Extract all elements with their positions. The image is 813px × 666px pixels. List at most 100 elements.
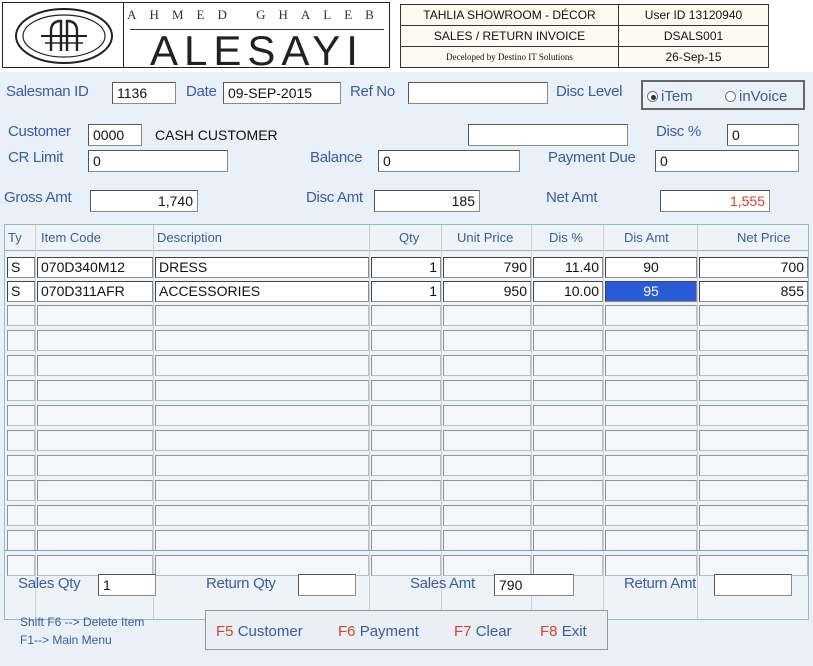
cr-limit-input[interactable]: 0 — [88, 150, 228, 172]
grid-cell-empty[interactable] — [605, 530, 697, 551]
sales-amt-input[interactable]: 790 — [494, 574, 574, 596]
grid-cell-empty[interactable] — [443, 430, 531, 451]
grid-cell-empty[interactable] — [155, 405, 369, 426]
grid-cell-empty[interactable] — [699, 505, 808, 526]
cell-net-price[interactable]: 855 — [699, 281, 808, 302]
grid-cell-empty[interactable] — [443, 505, 531, 526]
grid-cell-empty[interactable] — [155, 505, 369, 526]
balance-input[interactable]: 0 — [378, 150, 520, 172]
grid-cell-empty[interactable] — [37, 555, 153, 576]
grid-cell-empty[interactable] — [699, 555, 808, 576]
grid-cell-empty[interactable] — [371, 355, 441, 376]
cell-description[interactable]: DRESS — [155, 257, 369, 278]
grid-cell-empty[interactable] — [7, 330, 35, 351]
grid-cell-empty[interactable] — [371, 455, 441, 476]
radio-item[interactable]: iTem — [647, 88, 693, 105]
grid-cell-empty[interactable] — [155, 330, 369, 351]
grid-cell-empty[interactable] — [7, 505, 35, 526]
return-amt-input[interactable] — [714, 574, 792, 596]
grid-cell-empty[interactable] — [533, 305, 603, 326]
grid-cell-empty[interactable] — [7, 555, 35, 576]
grid-cell-empty[interactable] — [7, 380, 35, 401]
grid-cell-empty[interactable] — [37, 355, 153, 376]
disc-pct-input[interactable]: 0 — [727, 124, 799, 146]
table-row-empty[interactable] — [5, 303, 808, 327]
grid-cell-empty[interactable] — [699, 330, 808, 351]
grid-cell-empty[interactable] — [155, 380, 369, 401]
grid-cell-empty[interactable] — [443, 355, 531, 376]
cell-dis-amt[interactable]: 90 — [605, 257, 697, 278]
grid-cell-empty[interactable] — [605, 355, 697, 376]
gross-amt-input[interactable]: 1,740 — [90, 190, 198, 212]
grid-cell-empty[interactable] — [37, 480, 153, 501]
grid-cell-empty[interactable] — [605, 380, 697, 401]
return-qty-input[interactable] — [298, 574, 356, 596]
grid-cell-empty[interactable] — [699, 405, 808, 426]
grid-cell-empty[interactable] — [533, 405, 603, 426]
payment-due-input[interactable]: 0 — [655, 150, 799, 172]
customer-code-input[interactable]: 0000 — [88, 124, 142, 146]
grid-cell-empty[interactable] — [533, 555, 603, 576]
grid-cell-empty[interactable] — [605, 555, 697, 576]
sales-qty-input[interactable]: 1 — [98, 574, 156, 596]
grid-cell-empty[interactable] — [605, 480, 697, 501]
ref-no-input[interactable] — [408, 82, 548, 104]
grid-cell-empty[interactable] — [371, 555, 441, 576]
net-amt-input[interactable]: 1,555 — [660, 190, 770, 212]
grid-cell-empty[interactable] — [371, 505, 441, 526]
f6-payment-button[interactable]: F6 Payment — [338, 623, 419, 640]
grid-cell-empty[interactable] — [605, 305, 697, 326]
cell-dis-pct[interactable]: 10.00 — [533, 281, 603, 302]
grid-cell-empty[interactable] — [155, 355, 369, 376]
table-row-empty[interactable] — [5, 403, 808, 427]
grid-cell-empty[interactable] — [7, 430, 35, 451]
table-row-empty[interactable] — [5, 528, 808, 552]
cell-qty[interactable]: 1 — [371, 281, 441, 302]
cell-dis-pct[interactable]: 11.40 — [533, 257, 603, 278]
grid-cell-empty[interactable] — [605, 330, 697, 351]
cell-item-code[interactable]: 070D340M12 — [37, 257, 153, 278]
grid-cell-empty[interactable] — [533, 530, 603, 551]
grid-cell-empty[interactable] — [7, 305, 35, 326]
grid-cell-empty[interactable] — [371, 480, 441, 501]
grid-cell-empty[interactable] — [533, 480, 603, 501]
grid-cell-empty[interactable] — [37, 530, 153, 551]
table-row-empty[interactable] — [5, 453, 808, 477]
grid-cell-empty[interactable] — [443, 530, 531, 551]
grid-cell-empty[interactable] — [371, 305, 441, 326]
grid-cell-empty[interactable] — [7, 530, 35, 551]
cell-item-code[interactable]: 070D311AFR — [37, 281, 153, 302]
grid-cell-empty[interactable] — [371, 405, 441, 426]
grid-cell-empty[interactable] — [605, 430, 697, 451]
table-row-empty[interactable] — [5, 328, 808, 352]
table-row-empty[interactable] — [5, 378, 808, 402]
grid-cell-empty[interactable] — [443, 380, 531, 401]
grid-cell-empty[interactable] — [37, 405, 153, 426]
cell-qty[interactable]: 1 — [371, 257, 441, 278]
cell-ty[interactable]: S — [7, 281, 35, 302]
grid-cell-empty[interactable] — [371, 330, 441, 351]
grid-cell-empty[interactable] — [37, 505, 153, 526]
grid-cell-empty[interactable] — [699, 530, 808, 551]
cell-unit-price[interactable]: 790 — [443, 257, 531, 278]
grid-cell-empty[interactable] — [37, 305, 153, 326]
grid-cell-empty[interactable] — [443, 405, 531, 426]
table-row-empty[interactable] — [5, 428, 808, 452]
salesman-id-input[interactable]: 1136 — [112, 82, 176, 104]
grid-cell-empty[interactable] — [533, 380, 603, 401]
grid-cell-empty[interactable] — [37, 330, 153, 351]
grid-cell-empty[interactable] — [443, 305, 531, 326]
radio-invoice[interactable]: inVoice — [725, 88, 787, 105]
grid-cell-empty[interactable] — [533, 505, 603, 526]
grid-cell-empty[interactable] — [155, 455, 369, 476]
table-row-empty[interactable] — [5, 353, 808, 377]
grid-cell-empty[interactable] — [371, 380, 441, 401]
grid-cell-empty[interactable] — [605, 505, 697, 526]
grid-cell-empty[interactable] — [699, 430, 808, 451]
grid-cell-empty[interactable] — [155, 555, 369, 576]
grid-cell-empty[interactable] — [7, 455, 35, 476]
table-row[interactable]: S 070D311AFR ACCESSORIES 1 950 10.00 95 … — [5, 279, 808, 303]
grid-cell-empty[interactable] — [443, 455, 531, 476]
grid-cell-empty[interactable] — [7, 355, 35, 376]
table-row-empty[interactable] — [5, 503, 808, 527]
